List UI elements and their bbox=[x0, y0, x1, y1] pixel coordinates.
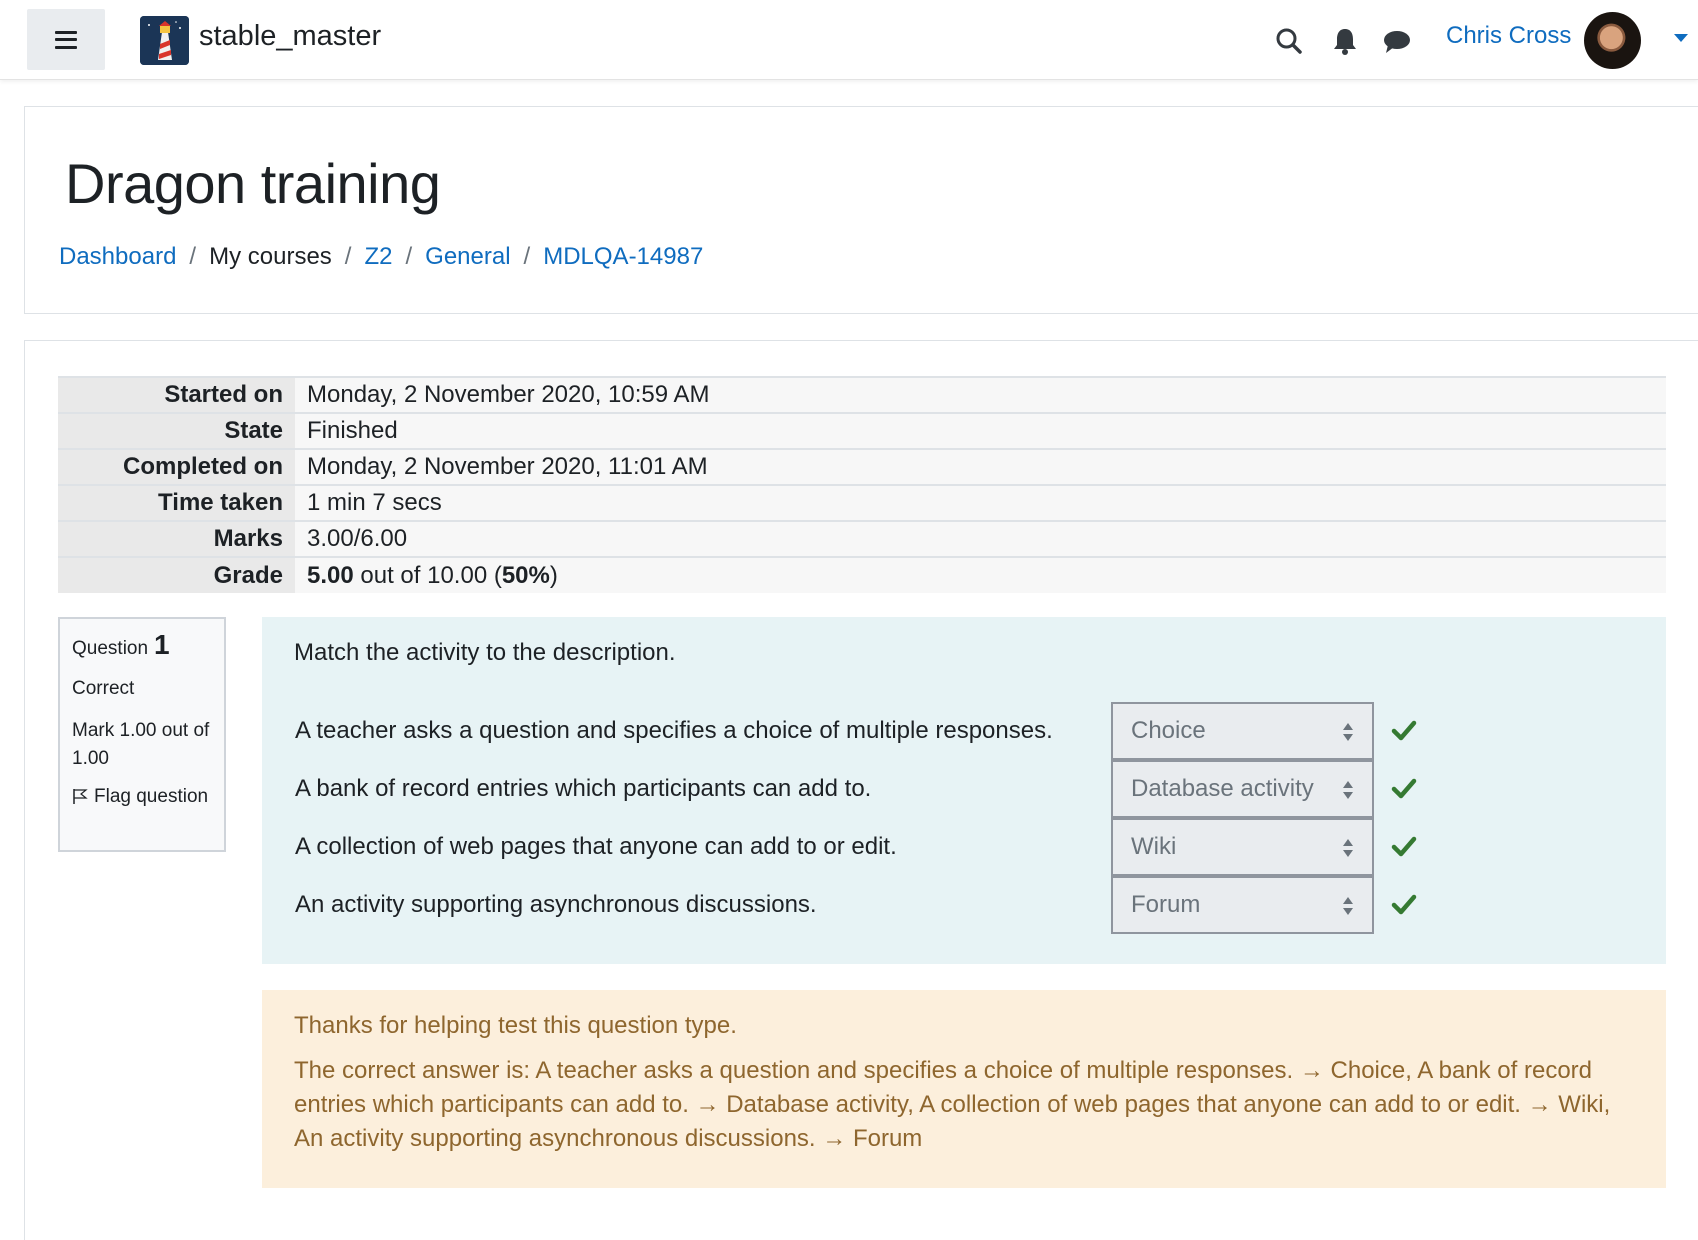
table-row: Time taken 1 min 7 secs bbox=[58, 484, 1666, 521]
answer-select-value: Choice bbox=[1131, 717, 1206, 744]
table-row: Started on Monday, 2 November 2020, 10:5… bbox=[58, 376, 1666, 413]
grade-score: 5.00 bbox=[307, 561, 354, 589]
completed-value: Monday, 2 November 2020, 11:01 AM bbox=[295, 448, 1666, 485]
select-arrows-icon bbox=[1343, 723, 1353, 741]
table-row: Completed on Monday, 2 November 2020, 11… bbox=[58, 448, 1666, 485]
match-row: A bank of record entries which participa… bbox=[295, 760, 1655, 818]
question-mark: Mark 1.00 out of 1.00 bbox=[72, 720, 210, 769]
answer-select-value: Wiki bbox=[1131, 833, 1177, 860]
chat-icon[interactable] bbox=[1382, 26, 1412, 56]
bell-icon[interactable] bbox=[1330, 26, 1360, 56]
chevron-down-icon[interactable] bbox=[1674, 34, 1688, 42]
menu-toggle-button[interactable] bbox=[27, 9, 105, 70]
flag-question-link[interactable]: Flag question bbox=[72, 783, 212, 811]
question-status: Correct bbox=[72, 678, 135, 699]
page-title: Dragon training bbox=[65, 152, 441, 215]
started-label: Started on bbox=[58, 376, 295, 413]
match-stem: A bank of record entries which participa… bbox=[295, 775, 872, 802]
search-icon[interactable] bbox=[1274, 26, 1304, 56]
right-answer: The correct answer is: A teacher asks a … bbox=[294, 1057, 1611, 1152]
match-row: An activity supporting asynchronous disc… bbox=[295, 876, 1655, 934]
completed-label: Completed on bbox=[58, 448, 295, 485]
breadcrumb: Dashboard / My courses / Z2 / General / … bbox=[59, 243, 703, 271]
answer-select[interactable]: Choice bbox=[1111, 702, 1374, 760]
breadcrumb-separator: / bbox=[405, 243, 413, 270]
breadcrumb-separator: / bbox=[344, 243, 352, 270]
select-arrows-icon bbox=[1343, 781, 1353, 799]
correct-check-icon bbox=[1391, 894, 1417, 915]
state-value: Finished bbox=[295, 412, 1666, 449]
table-row: Grade 5.00 out of 10.00 (50%) bbox=[58, 556, 1666, 593]
correct-check-icon bbox=[1391, 836, 1417, 857]
breadcrumb-activity[interactable]: MDLQA-14987 bbox=[543, 243, 703, 271]
breadcrumb-my-courses: My courses bbox=[209, 243, 332, 270]
menu-icon bbox=[55, 30, 77, 49]
answer-select[interactable]: Database activity bbox=[1111, 760, 1374, 818]
table-row: State Finished bbox=[58, 412, 1666, 449]
select-arrows-icon bbox=[1343, 897, 1353, 915]
breadcrumb-dashboard[interactable]: Dashboard bbox=[59, 243, 176, 271]
match-stem: An activity supporting asynchronous disc… bbox=[295, 891, 817, 918]
breadcrumb-separator: / bbox=[189, 243, 197, 270]
grade-label: Grade bbox=[58, 556, 295, 593]
general-feedback: Thanks for helping test this question ty… bbox=[294, 1012, 737, 1039]
user-name[interactable]: Chris Cross bbox=[1446, 22, 1571, 50]
answer-select[interactable]: Forum bbox=[1111, 876, 1374, 934]
breadcrumb-course[interactable]: Z2 bbox=[364, 243, 392, 271]
marks-value: 3.00/6.00 bbox=[295, 520, 1666, 557]
top-navbar: stable_master Chris Cross bbox=[0, 0, 1698, 80]
match-stem: A collection of web pages that anyone ca… bbox=[295, 833, 897, 860]
breadcrumb-section[interactable]: General bbox=[425, 243, 510, 271]
answer-select[interactable]: Wiki bbox=[1111, 818, 1374, 876]
select-arrows-icon bbox=[1343, 839, 1353, 857]
marks-label: Marks bbox=[58, 520, 295, 557]
flag-icon bbox=[73, 789, 88, 804]
breadcrumb-separator: / bbox=[523, 243, 531, 270]
state-label: State bbox=[58, 412, 295, 449]
question-number-value: 1 bbox=[154, 629, 170, 660]
site-name[interactable]: stable_master bbox=[199, 20, 381, 53]
grade-value: 5.00 out of 10.00 (50%) bbox=[295, 556, 1666, 593]
question-content: Match the activity to the description. A… bbox=[262, 617, 1666, 964]
attempt-summary-table: Started on Monday, 2 November 2020, 10:5… bbox=[58, 376, 1666, 593]
question-number: Question 1 bbox=[72, 629, 212, 661]
question-text: Match the activity to the description. bbox=[294, 639, 676, 666]
correct-check-icon bbox=[1391, 778, 1417, 799]
match-row: A collection of web pages that anyone ca… bbox=[295, 818, 1655, 876]
question-feedback: Thanks for helping test this question ty… bbox=[262, 990, 1666, 1188]
answer-select-value: Forum bbox=[1131, 891, 1201, 918]
started-value: Monday, 2 November 2020, 10:59 AM bbox=[295, 376, 1666, 413]
correct-check-icon bbox=[1391, 720, 1417, 741]
avatar[interactable] bbox=[1584, 12, 1641, 69]
table-row: Marks 3.00/6.00 bbox=[58, 520, 1666, 557]
question-info: Question 1 Correct Mark 1.00 out of 1.00… bbox=[58, 617, 226, 852]
match-row: A teacher asks a question and specifies … bbox=[295, 702, 1655, 760]
time-taken-label: Time taken bbox=[58, 484, 295, 521]
question-label: Question bbox=[72, 638, 149, 659]
grade-percent: 50% bbox=[501, 561, 550, 589]
match-stem: A teacher asks a question and specifies … bbox=[295, 717, 1053, 744]
page-header: Dragon training Dashboard / My courses /… bbox=[24, 106, 1698, 314]
time-taken-value: 1 min 7 secs bbox=[295, 484, 1666, 521]
grade-close: ) bbox=[549, 561, 558, 589]
site-logo[interactable] bbox=[140, 16, 189, 65]
grade-out-of: out of 10.00 ( bbox=[360, 561, 502, 589]
flag-question-label: Flag question bbox=[94, 786, 209, 807]
answer-select-value: Database activity bbox=[1131, 775, 1314, 802]
